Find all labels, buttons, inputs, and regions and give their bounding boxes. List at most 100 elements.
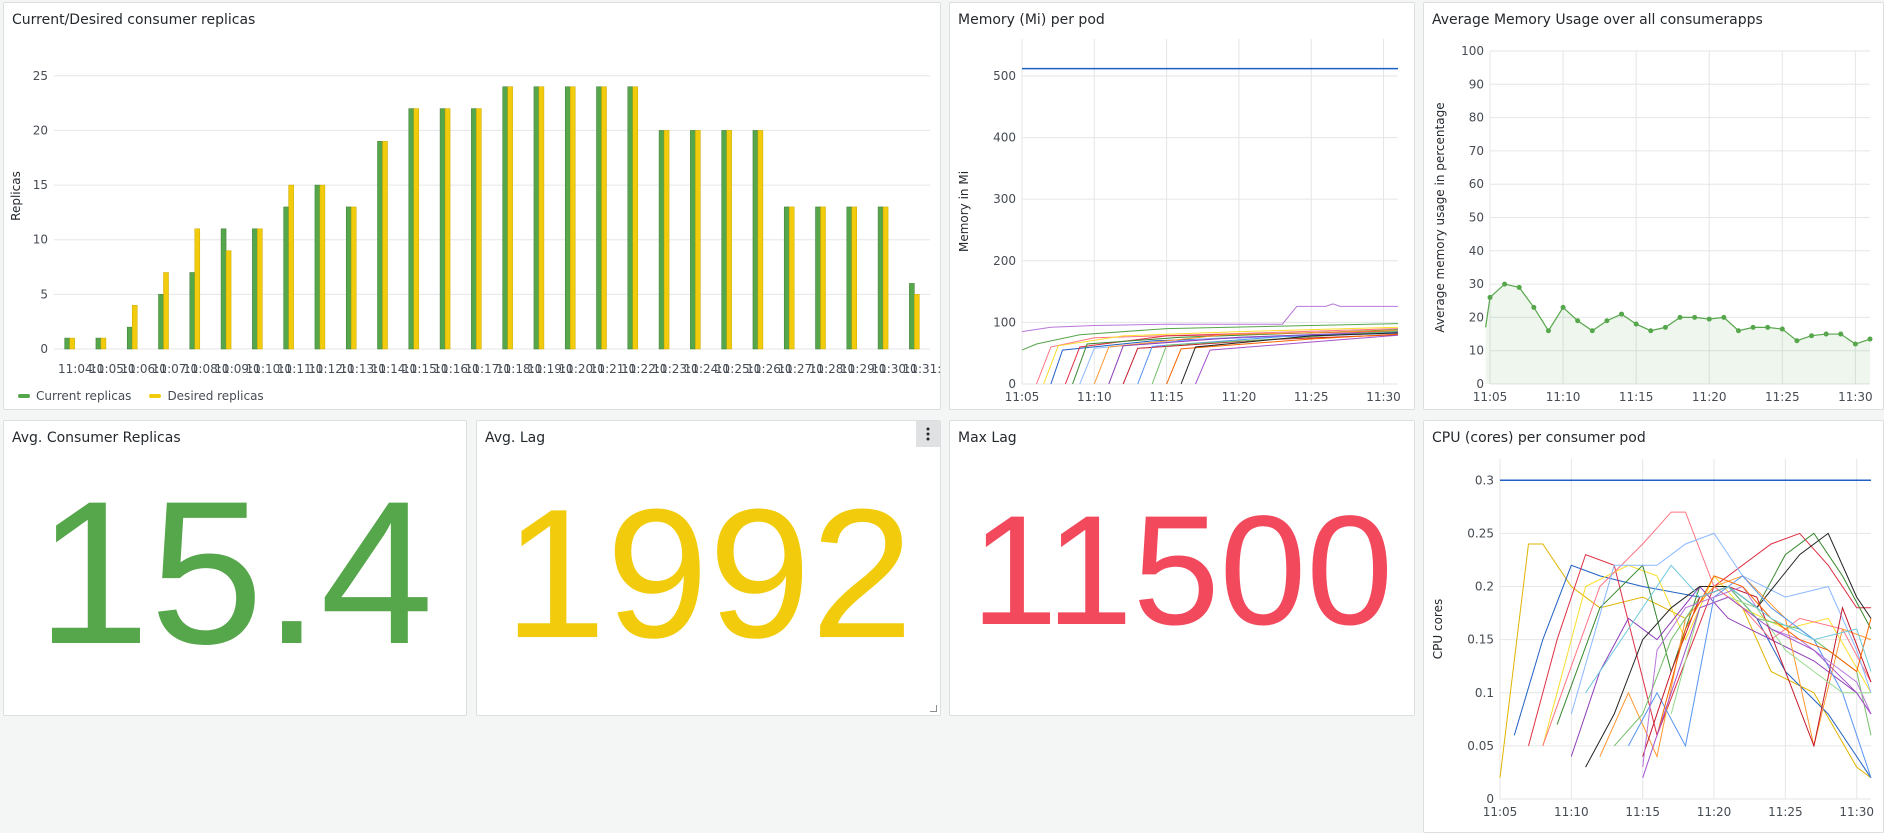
data-point <box>1765 324 1771 330</box>
vertical-ellipsis-icon <box>926 427 930 441</box>
bar <box>783 206 790 350</box>
bar <box>95 337 102 350</box>
legend-label: Desired replicas <box>167 389 264 403</box>
bar <box>189 272 196 350</box>
x-tick-label: 11:25 <box>1768 805 1803 819</box>
bar <box>658 130 665 350</box>
y-tick-label: 60 <box>1469 177 1484 191</box>
data-point <box>1487 294 1493 300</box>
bar <box>914 294 920 350</box>
cpu-chart: 0 0.05 0.1 0.15 0.2 0.25 0.3 11:05 11:10 11:15 11:… <box>1431 459 1874 819</box>
memory-per-pod-panel: Memory (Mi) per pod 0 100 200 300 400 500 11:0… <box>949 2 1415 410</box>
legend-label: Current replicas <box>36 389 132 403</box>
y-tick-label: 0 <box>1486 792 1494 806</box>
bar <box>382 141 388 350</box>
y-axis-label: Average memory usage in percentage <box>1433 102 1447 332</box>
bar <box>564 86 571 350</box>
data-point <box>1779 326 1785 332</box>
data-point <box>1560 304 1566 310</box>
y-tick-label: 90 <box>1469 77 1484 91</box>
y-tick-label: 100 <box>993 315 1016 329</box>
data-point <box>1867 336 1873 342</box>
replicas-chart: 0510152025Replicas11:04:011:05:011:06:01… <box>9 69 940 376</box>
replicas-panel: Current/Desired consumer replicas 0 5 10 15… <box>3 2 941 410</box>
y-tick-label: 0.05 <box>1467 739 1494 753</box>
bar <box>350 206 357 350</box>
data-point <box>1794 338 1800 344</box>
x-tick-label: 11:30 <box>1366 390 1401 404</box>
x-tick-label: 11:25 <box>1765 390 1800 404</box>
data-point <box>1662 324 1668 330</box>
bar <box>851 206 858 350</box>
bar <box>596 86 602 350</box>
y-tick-label: 80 <box>1469 111 1484 125</box>
y-tick-label: 70 <box>1469 144 1484 158</box>
y-tick-label: 40 <box>1469 244 1484 258</box>
x-tick-label: 11:20 <box>1692 390 1727 404</box>
bar <box>820 206 826 350</box>
x-tick-label: 11:15 <box>1619 390 1654 404</box>
x-tick-label: 11:10 <box>1554 805 1589 819</box>
legend-item-desired[interactable]: Desired replicas <box>149 389 264 403</box>
panel-menu-button[interactable] <box>916 421 940 447</box>
bar <box>225 250 232 350</box>
bar <box>319 184 326 350</box>
bar <box>757 130 764 350</box>
x-tick-label: 11:30 <box>1838 390 1873 404</box>
bar <box>408 108 415 350</box>
series-line <box>1570 585 1872 757</box>
series-line <box>1166 333 1399 385</box>
data-point <box>1502 281 1508 287</box>
bar <box>439 108 446 350</box>
data-point <box>1648 328 1654 334</box>
y-tick-label: 10 <box>1469 344 1484 358</box>
bar <box>69 337 75 350</box>
y-tick-label: 0 <box>1476 377 1484 391</box>
bar <box>877 206 884 350</box>
x-tick-label: 11:10 <box>1077 390 1112 404</box>
data-point <box>1809 333 1815 339</box>
bar <box>815 206 821 350</box>
stat-value: 1992 <box>503 470 914 676</box>
bar <box>314 184 321 350</box>
x-tick-label: 11:20 <box>1697 805 1732 819</box>
bar <box>100 337 107 350</box>
x-tick-label: 11:10 <box>1546 390 1581 404</box>
y-tick-label: 500 <box>993 69 1016 83</box>
bar <box>220 228 227 350</box>
bar <box>569 86 576 350</box>
data-point <box>1619 311 1625 317</box>
y-tick-label: 300 <box>993 192 1016 206</box>
avg-memory-chart: 0 10 20 30 40 50 60 70 80 90 100 11:05 11:10 11:15 11:… <box>1433 44 1873 404</box>
y-tick-label: 0.3 <box>1475 473 1494 487</box>
y-tick-label: 50 <box>1469 211 1484 225</box>
legend-swatch <box>18 394 30 398</box>
legend-item-current[interactable]: Current replicas <box>18 389 131 403</box>
bar <box>471 108 477 350</box>
bar <box>726 130 732 350</box>
avg-memory-panel: Average Memory Usage over all consumerap… <box>1423 2 1884 410</box>
bar <box>163 272 169 350</box>
x-tick-label: 11:05 <box>1473 390 1508 404</box>
y-tick-label: 20 <box>1469 310 1484 324</box>
y-tick-label: 0 <box>1008 377 1016 391</box>
data-point <box>1692 314 1698 320</box>
data-point <box>1545 328 1551 334</box>
y-tick-label: 10 <box>33 233 48 247</box>
bar <box>538 86 545 350</box>
data-point <box>1750 324 1756 330</box>
y-tick-label: 0.15 <box>1467 633 1494 647</box>
y-tick-label: 400 <box>993 131 1016 145</box>
data-point <box>1706 316 1712 322</box>
bar <box>601 86 607 350</box>
bar <box>695 130 701 350</box>
y-tick-label: 20 <box>33 123 48 137</box>
resize-corner-icon[interactable] <box>930 705 937 712</box>
bar <box>257 228 263 350</box>
bar <box>413 108 420 350</box>
legend-swatch <box>149 394 162 398</box>
bar <box>846 206 853 350</box>
y-tick-label: 200 <box>993 254 1016 268</box>
chart-legend: Current replicas Desired replicas <box>18 389 264 403</box>
bar <box>283 206 289 350</box>
